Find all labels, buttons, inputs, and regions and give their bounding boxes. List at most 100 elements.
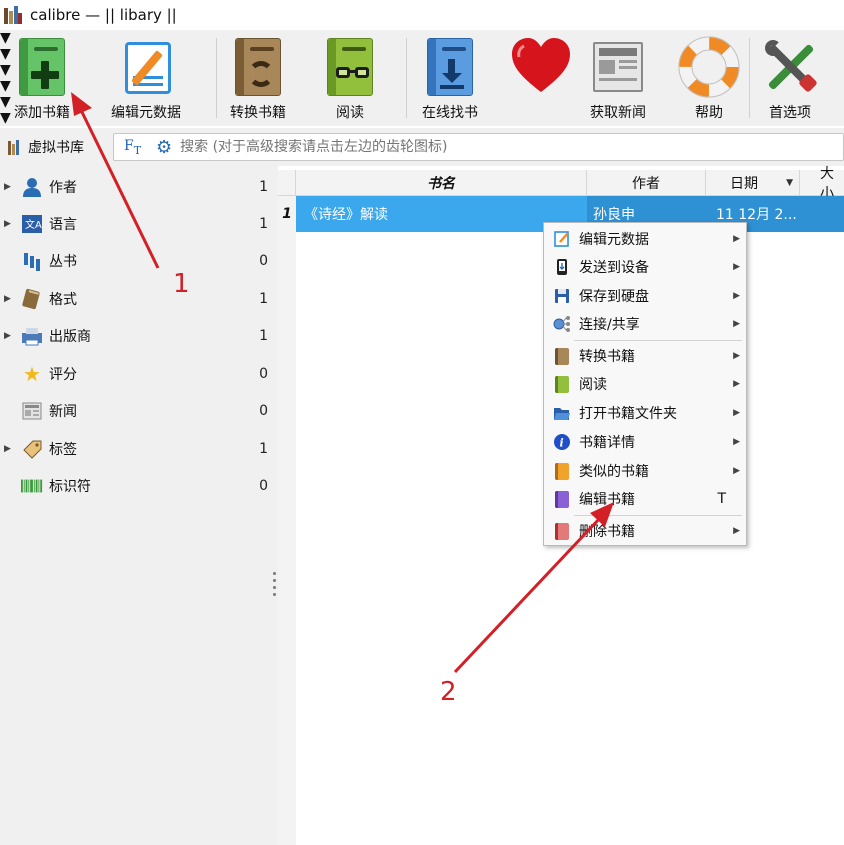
category-label: 标签 (49, 441, 77, 458)
donate-button[interactable] (508, 30, 574, 126)
menu-item-edit-book[interactable]: 编辑书籍 T (546, 485, 744, 513)
tag-icon (21, 438, 43, 460)
submenu-arrow-icon: ▶ (733, 408, 740, 418)
main-toolbar: 添加书籍 ▼ 编辑元数据 ▼ 转换书籍 ▼ 阅读 ▼ 在线找书 ▼ 获取新闻 ▼… (0, 30, 844, 142)
news-icon (21, 400, 43, 422)
save-to-disk-icon (553, 287, 571, 305)
fetch-news-button[interactable]: 获取新闻 (584, 30, 652, 126)
category-formats[interactable]: ▶ 格式 1 (0, 280, 278, 317)
book-details-icon: i (553, 433, 571, 451)
toolbar-separator (749, 38, 750, 118)
category-identifiers[interactable]: 标识符 0 (0, 467, 278, 504)
category-label: 评分 (49, 366, 77, 383)
submenu-arrow-icon: ▶ (733, 319, 740, 329)
menu-item-label: 打开书籍文件夹 (579, 406, 677, 422)
category-publishers[interactable]: ▶ 出版商 1 (0, 317, 278, 354)
gear-icon[interactable]: ⚙ (156, 137, 172, 158)
help-button[interactable]: 帮助 (676, 30, 742, 126)
menu-item-book-details[interactable]: i 书籍详情 ▶ (546, 428, 744, 456)
category-rating[interactable]: ★ 评分 0 (0, 355, 278, 392)
context-menu: 编辑元数据 ▶ 发送到设备 ▶ 保存到硬盘 ▶ 连接/共享 ▶ 转换书籍 ▶ 阅… (543, 222, 747, 546)
submenu-arrow-icon: ▶ (733, 466, 740, 476)
menu-item-save-to-disk[interactable]: 保存到硬盘 ▶ (546, 282, 744, 310)
open-folder-icon (553, 404, 571, 422)
menu-item-label: 连接/共享 (579, 317, 640, 333)
read-book-button[interactable]: 阅读 (318, 30, 382, 126)
category-label: 丛书 (49, 253, 77, 270)
category-news[interactable]: 新闻 0 (0, 392, 278, 429)
menu-item-open-folder[interactable]: 打开书籍文件夹 ▶ (546, 399, 744, 427)
submenu-arrow-icon: ▶ (733, 379, 740, 389)
expand-arrow-icon[interactable]: ▶ (4, 182, 11, 192)
category-tags[interactable]: ▶ 标签 1 (0, 430, 278, 467)
annotation-step-1: 1 (173, 269, 190, 299)
category-languages[interactable]: ▶ 文A 语言 1 (0, 205, 278, 242)
edit-metadata-label: 编辑元数据 (111, 105, 181, 121)
toolbar-separator (216, 38, 217, 118)
edit-metadata-button[interactable]: 编辑元数据 (104, 30, 188, 126)
menu-item-label: 编辑书籍 (579, 492, 635, 508)
search-input[interactable] (180, 139, 781, 155)
book-size-cell[interactable] (800, 196, 844, 232)
full-text-search-icon[interactable]: FT (124, 138, 146, 157)
virtual-library-icon (8, 139, 24, 155)
svg-text:i: i (560, 437, 564, 450)
series-icon (21, 250, 43, 272)
menu-item-read[interactable]: 阅读 ▶ (546, 370, 744, 398)
category-count: 0 (259, 477, 268, 494)
row-number-column (278, 232, 296, 845)
help-label: 帮助 (695, 105, 723, 121)
search-bar-row: 虚拟书库 FT ⚙ (0, 128, 844, 166)
category-count: 0 (259, 252, 268, 269)
submenu-arrow-icon: ▶ (733, 437, 740, 447)
publisher-icon (21, 325, 43, 347)
column-header-size[interactable]: 大小 (800, 166, 844, 202)
expand-arrow-icon[interactable]: ▶ (4, 219, 11, 229)
add-book-button[interactable]: 添加书籍 (6, 30, 78, 126)
edit-metadata-icon (115, 36, 177, 98)
expand-arrow-icon[interactable]: ▶ (4, 294, 11, 304)
get-books-button[interactable]: 在线找书 (414, 30, 486, 126)
read-book-icon (553, 375, 571, 393)
virtual-library-label: 虚拟书库 (28, 140, 84, 156)
panel-splitter-handle[interactable] (273, 572, 277, 602)
preferences-button[interactable]: 首选项 (756, 30, 824, 126)
menu-item-connect-share[interactable]: 连接/共享 ▶ (546, 310, 744, 338)
category-authors[interactable]: ▶ 作者 1 (0, 168, 278, 205)
title-bar: calibre — || libary || (0, 0, 844, 30)
category-label: 出版商 (49, 328, 91, 345)
menu-item-send-to-device[interactable]: 发送到设备 ▶ (546, 253, 744, 281)
send-to-device-icon (553, 258, 571, 276)
menu-item-similar-books[interactable]: 类似的书籍 ▶ (546, 457, 744, 485)
menu-item-label: 类似的书籍 (579, 464, 649, 480)
menu-item-convert-book[interactable]: 转换书籍 ▶ (546, 342, 744, 370)
format-icon (21, 288, 43, 310)
menu-item-edit-metadata[interactable]: 编辑元数据 ▶ (546, 225, 744, 253)
expand-arrow-icon[interactable]: ▶ (4, 331, 11, 341)
column-header-author[interactable]: 作者 (587, 170, 706, 196)
tag-browser: ▶ 作者 1 ▶ 文A 语言 1 丛书 0 ▶ 格式 1 ▶ 出版商 1 ★ 评… (0, 166, 278, 845)
expand-arrow-icon[interactable]: ▶ (4, 444, 11, 454)
category-count: 1 (259, 178, 268, 195)
menu-item-remove-book[interactable]: 删除书籍 ▶ (546, 517, 744, 545)
similar-books-icon (553, 462, 571, 480)
add-book-label: 添加书籍 (14, 105, 70, 121)
category-label: 作者 (49, 179, 77, 196)
fetch-news-icon (587, 36, 649, 98)
menu-separator (574, 340, 742, 341)
author-icon (21, 176, 43, 198)
submenu-arrow-icon: ▶ (733, 351, 740, 361)
column-header-date[interactable]: 日期 ▼ (706, 170, 800, 196)
identifier-barcode-icon (21, 475, 43, 497)
column-header-date-label: 日期 (730, 176, 758, 192)
convert-book-button[interactable]: 转换书籍 (222, 30, 294, 126)
column-header-title[interactable]: 书名 (296, 170, 587, 196)
submenu-arrow-icon: ▶ (733, 262, 740, 272)
connect-share-icon (553, 315, 571, 333)
category-count: 1 (259, 327, 268, 344)
convert-book-icon (553, 347, 571, 365)
virtual-library-button[interactable]: 虚拟书库 (8, 137, 84, 157)
category-series[interactable]: 丛书 0 (0, 242, 278, 279)
category-label: 新闻 (49, 403, 77, 420)
get-books-icon (419, 36, 481, 98)
